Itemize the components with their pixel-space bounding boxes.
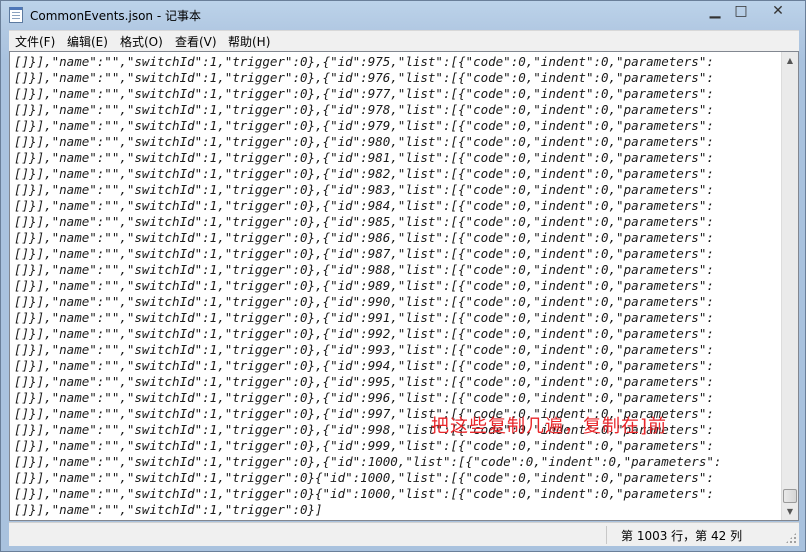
menu-bar: 文件(F) 编辑(E) 格式(O) 查看(V) 帮助(H): [9, 30, 799, 51]
vertical-scrollbar[interactable]: ▲ ▼: [781, 52, 798, 520]
red-annotation: 把这些复制几遍，复制在]前: [431, 416, 668, 437]
text-line: []}],"name":"","switchId":1,"trigger":0}…: [14, 390, 714, 405]
text-line: []}],"name":"","switchId":1,"trigger":0}…: [14, 438, 714, 453]
close-icon[interactable]: ✕: [765, 2, 791, 20]
text-line: []}],"name":"","switchId":1,"trigger":0}…: [14, 198, 714, 213]
text-line: []}],"name":"","switchId":1,"trigger":0}…: [14, 230, 714, 245]
status-bar: 第 1003 行，第 42 列: [9, 522, 799, 546]
text-line: []}],"name":"","switchId":1,"trigger":0}…: [14, 374, 714, 389]
text-line: []}],"name":"","switchId":1,"trigger":0}…: [14, 470, 714, 485]
text-line: []}],"name":"","switchId":1,"trigger":0}…: [14, 246, 714, 261]
editor-text[interactable]: []}],"name":"","switchId":1,"trigger":0}…: [14, 54, 780, 518]
maximize-icon[interactable]: □: [728, 2, 754, 20]
text-line: []}],"name":"","switchId":1,"trigger":0}…: [14, 182, 714, 197]
text-line: []}],"name":"","switchId":1,"trigger":0}…: [14, 502, 323, 517]
menu-help[interactable]: 帮助(H): [228, 33, 270, 50]
text-line: []}],"name":"","switchId":1,"trigger":0}…: [14, 294, 714, 309]
text-line: []}],"name":"","switchId":1,"trigger":0}…: [14, 134, 714, 149]
scroll-up-icon[interactable]: ▲: [782, 52, 798, 69]
cursor-position: 第 1003 行，第 42 列: [621, 529, 743, 543]
text-line: []}],"name":"","switchId":1,"trigger":0}…: [14, 358, 714, 373]
minimize-icon[interactable]: ▁: [702, 2, 728, 20]
scroll-down-icon[interactable]: ▼: [782, 503, 798, 520]
status-divider: [606, 526, 607, 544]
title-bar[interactable]: CommonEvents.json - 记事本 ▁ □ ✕: [1, 1, 805, 29]
text-line: []}],"name":"","switchId":1,"trigger":0}…: [14, 70, 714, 85]
scroll-thumb[interactable]: [783, 489, 797, 503]
title-separator: -: [153, 9, 165, 23]
window-title: CommonEvents.json - 记事本: [30, 7, 201, 24]
text-line: []}],"name":"","switchId":1,"trigger":0}…: [14, 326, 714, 341]
text-line: []}],"name":"","switchId":1,"trigger":0}…: [14, 214, 714, 229]
text-line: []}],"name":"","switchId":1,"trigger":0}…: [14, 342, 714, 357]
text-line: []}],"name":"","switchId":1,"trigger":0}…: [14, 310, 714, 325]
text-line: []}],"name":"","switchId":1,"trigger":0}…: [14, 454, 722, 469]
text-line: []}],"name":"","switchId":1,"trigger":0}…: [14, 86, 714, 101]
title-file-name: CommonEvents.json: [30, 9, 154, 23]
text-line: []}],"name":"","switchId":1,"trigger":0}…: [14, 118, 714, 133]
text-line: []}],"name":"","switchId":1,"trigger":0}…: [14, 102, 714, 117]
menu-view[interactable]: 查看(V): [175, 33, 217, 50]
menu-format[interactable]: 格式(O): [120, 33, 163, 50]
notepad-window: CommonEvents.json - 记事本 ▁ □ ✕ 文件(F) 编辑(E…: [0, 0, 806, 552]
resize-grip-icon[interactable]: [785, 532, 797, 544]
text-line: []}],"name":"","switchId":1,"trigger":0}…: [14, 262, 714, 277]
text-editor[interactable]: []}],"name":"","switchId":1,"trigger":0}…: [9, 51, 799, 521]
notepad-icon: [9, 7, 23, 23]
text-line: []}],"name":"","switchId":1,"trigger":0}…: [14, 54, 714, 69]
text-line: []}],"name":"","switchId":1,"trigger":0}…: [14, 486, 714, 501]
text-line: []}],"name":"","switchId":1,"trigger":0}…: [14, 278, 714, 293]
text-line: []}],"name":"","switchId":1,"trigger":0}…: [14, 150, 714, 165]
text-line: []}],"name":"","switchId":1,"trigger":0}…: [14, 166, 714, 181]
title-app-name: 记事本: [165, 9, 202, 23]
menu-file[interactable]: 文件(F): [15, 33, 55, 50]
menu-edit[interactable]: 编辑(E): [67, 33, 108, 50]
